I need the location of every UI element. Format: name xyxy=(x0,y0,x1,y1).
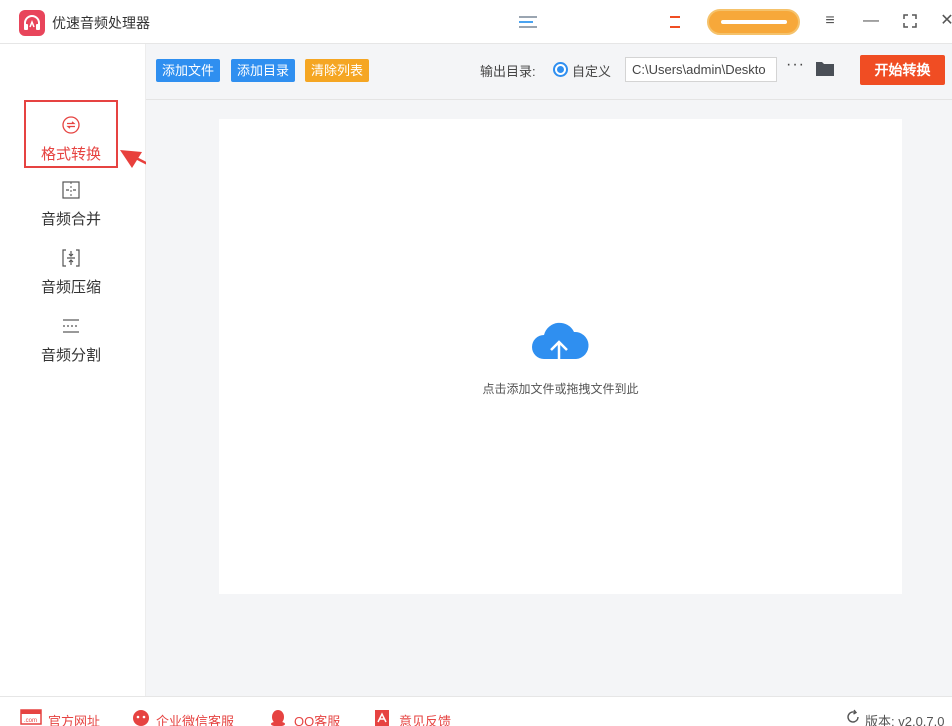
output-dir-label: 输出目录: xyxy=(480,64,536,79)
title-bar: 优速音频处理器 ≡ — ✕ xyxy=(0,0,952,44)
menu-icon[interactable]: ≡ xyxy=(817,8,843,34)
compress-icon xyxy=(62,249,80,267)
more-options-button[interactable]: ··· xyxy=(786,56,805,74)
file-drop-zone[interactable]: 点击添加文件或拖拽文件到此 xyxy=(219,119,902,594)
sidebar: 格式转换 音频合并 音频压缩 音频分割 xyxy=(0,44,146,696)
drop-hint-text: 点击添加文件或拖拽文件到此 xyxy=(482,382,639,396)
sidebar-item-label: 音频合并 xyxy=(40,211,101,228)
cloud-upload-icon xyxy=(532,322,589,369)
website-link[interactable]: 官方网址 xyxy=(48,711,100,726)
sidebar-item-audio-merge[interactable]: 音频合并 xyxy=(24,178,118,246)
maximize-icon[interactable] xyxy=(897,8,923,34)
merge-icon xyxy=(62,181,80,199)
feedback-icon[interactable] xyxy=(374,709,390,726)
custom-radio-label[interactable]: 自定义 xyxy=(572,61,611,80)
main-area: 点击添加文件或拖拽文件到此 xyxy=(146,100,952,696)
close-icon[interactable]: ✕ xyxy=(934,8,952,34)
website-icon[interactable]: .com xyxy=(20,709,42,725)
refresh-icon[interactable] xyxy=(845,709,861,725)
output-path-input[interactable]: C:\Users\admin\Deskto xyxy=(625,57,777,82)
qq-icon[interactable] xyxy=(269,709,287,726)
version-text: 版本: v2.0.7.0 xyxy=(865,714,945,726)
qq-support-link[interactable]: QQ客服 xyxy=(294,711,340,726)
add-file-button[interactable]: 添加文件 xyxy=(156,59,221,82)
sidebar-item-label: 音频分割 xyxy=(40,347,101,364)
sidebar-item-audio-compress[interactable]: 音频压缩 xyxy=(24,246,118,314)
app-logo-icon xyxy=(19,10,45,36)
wechat-icon[interactable] xyxy=(131,709,151,726)
split-icon xyxy=(63,319,79,333)
feedback-link[interactable]: 意见反馈 xyxy=(399,711,451,726)
custom-radio[interactable] xyxy=(553,62,568,77)
clear-list-button[interactable]: 清除列表 xyxy=(305,59,370,82)
svg-text:.com: .com xyxy=(24,718,37,724)
start-convert-button[interactable]: 开始转换 xyxy=(860,55,945,85)
convert-icon xyxy=(62,116,80,134)
folder-icon[interactable] xyxy=(815,60,835,77)
sidebar-item-label: 音频压缩 xyxy=(40,279,101,296)
wechat-support-link[interactable]: 企业微信客服 xyxy=(156,711,234,726)
header-deco-icon xyxy=(519,16,537,28)
sidebar-item-label: 格式转换 xyxy=(40,146,101,163)
toolbar: 添加文件 添加目录 清除列表 输出目录: 自定义 C:\Users\admin\… xyxy=(146,44,952,100)
app-title: 优速音频处理器 xyxy=(52,15,150,31)
minimize-icon[interactable]: — xyxy=(858,8,884,34)
add-folder-button[interactable]: 添加目录 xyxy=(231,59,296,82)
sidebar-item-format-convert[interactable]: 格式转换 xyxy=(24,100,118,168)
sidebar-item-audio-split[interactable]: 音频分割 xyxy=(24,314,118,382)
vip-badge[interactable] xyxy=(707,9,800,35)
header-deco-red-icon xyxy=(670,16,680,28)
footer: .com 官方网址 企业微信客服 QQ客服 意见反馈 版本: v2.0.7.0 xyxy=(0,696,952,726)
